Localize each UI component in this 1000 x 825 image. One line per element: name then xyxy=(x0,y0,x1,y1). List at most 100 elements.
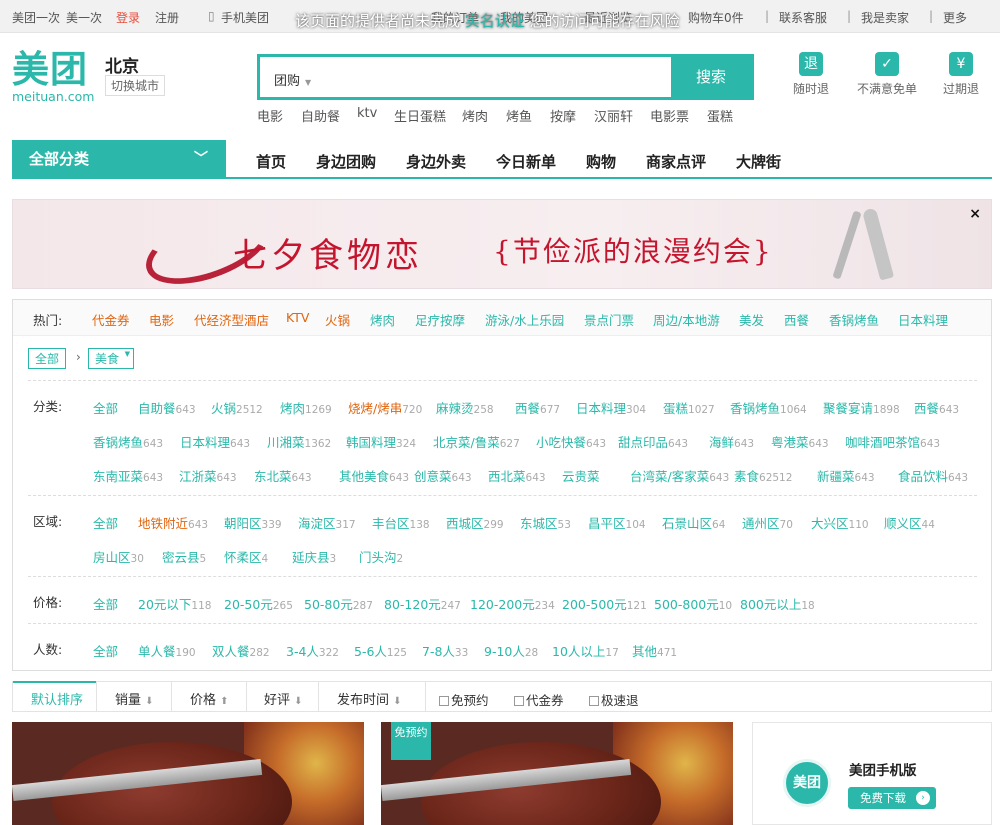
promise-expire-refund[interactable]: ¥ 过期退 xyxy=(943,52,979,97)
category-option[interactable]: 小吃快餐643 xyxy=(536,432,606,451)
category-option[interactable]: 海鲜643 xyxy=(709,432,754,451)
price-option[interactable]: 20-50元265 xyxy=(224,594,293,613)
area-option[interactable]: 全部 xyxy=(93,513,118,532)
hotword-link[interactable]: 电影票 xyxy=(650,106,689,125)
price-option[interactable]: 全部 xyxy=(93,594,118,613)
deal-card[interactable] xyxy=(12,722,364,825)
topbar-link[interactable]: 美团一次 xyxy=(12,9,60,26)
nav-item-home[interactable]: 首页 xyxy=(256,151,286,172)
sort-publish-time[interactable]: 发布时间 ⬇ xyxy=(337,689,402,708)
people-option[interactable]: 单人餐190 xyxy=(138,641,196,660)
sort-default[interactable]: 默认排序 xyxy=(31,689,83,708)
category-option[interactable]: 烤肉1269 xyxy=(280,398,332,417)
area-option[interactable]: 东城区53 xyxy=(520,513,571,532)
hot-item[interactable]: 火锅 xyxy=(325,310,350,329)
nav-item-brands[interactable]: 大牌街 xyxy=(736,151,781,172)
category-option[interactable]: 云贵菜 xyxy=(562,466,600,485)
area-option[interactable]: 朝阳区339 xyxy=(224,513,282,532)
search-button[interactable]: 搜索 xyxy=(671,57,751,97)
area-option[interactable]: 门头沟2 xyxy=(359,547,403,566)
customer-service-link[interactable]: 联系客服 xyxy=(779,9,827,26)
hot-item[interactable]: 景点门票 xyxy=(584,310,634,329)
category-option[interactable]: 东南亚菜643 xyxy=(93,466,163,485)
hot-item[interactable]: KTV xyxy=(286,310,309,325)
price-option[interactable]: 500-800元10 xyxy=(654,594,732,613)
sort-price[interactable]: 价格 ⬆ xyxy=(190,689,229,708)
category-option[interactable]: 东北菜643 xyxy=(254,466,312,485)
price-option[interactable]: 120-200元234 xyxy=(470,594,555,613)
register-link[interactable]: 注册 xyxy=(155,9,179,26)
seller-link[interactable]: 我是卖家 xyxy=(861,9,909,26)
deal-card[interactable]: 免预约 xyxy=(381,722,733,825)
hot-item[interactable]: 香锅烤鱼 xyxy=(829,310,879,329)
people-option[interactable]: 5-6人125 xyxy=(354,641,407,660)
people-option[interactable]: 7-8人33 xyxy=(422,641,468,660)
search-category-select[interactable]: 团购 ▼ xyxy=(274,70,311,89)
area-option[interactable]: 石景山区64 xyxy=(662,513,725,532)
hot-item[interactable]: 西餐 xyxy=(784,310,809,329)
topbar-link[interactable]: 美一次 xyxy=(66,9,102,26)
category-option[interactable]: 新疆菜643 xyxy=(817,466,875,485)
category-option[interactable]: 全部 xyxy=(93,398,118,417)
category-option[interactable]: 西餐643 xyxy=(914,398,959,417)
sort-sales[interactable]: 销量 ⬇ xyxy=(115,689,154,708)
cart-link[interactable]: 购物车0件 xyxy=(688,9,744,26)
area-option[interactable]: 丰台区138 xyxy=(372,513,430,532)
price-option[interactable]: 200-500元121 xyxy=(562,594,647,613)
category-option[interactable]: 火锅2512 xyxy=(211,398,263,417)
hotword-link[interactable]: 按摩 xyxy=(550,106,576,125)
category-option[interactable]: 聚餐宴请1898 xyxy=(823,398,900,417)
area-option[interactable]: 西城区299 xyxy=(446,513,504,532)
promise-refund-anytime[interactable]: 退随时退 xyxy=(793,52,829,97)
category-option[interactable]: 素食62512 xyxy=(734,466,792,485)
all-categories-menu[interactable]: 全部分类 ﹀ xyxy=(12,140,226,179)
category-option[interactable]: 西北菜643 xyxy=(488,466,546,485)
price-option[interactable]: 20元以下118 xyxy=(138,594,211,613)
area-option[interactable]: 延庆县3 xyxy=(292,547,336,566)
category-option[interactable]: 江浙菜643 xyxy=(179,466,237,485)
area-option[interactable]: 顺义区44 xyxy=(884,513,935,532)
hotword-link[interactable]: ktv xyxy=(357,106,377,121)
filter-no-reservation[interactable]: 免预约 xyxy=(439,690,489,709)
area-option[interactable]: 怀柔区4 xyxy=(224,547,268,566)
category-option[interactable]: 北京菜/鲁菜627 xyxy=(433,432,520,451)
nav-item-nearby-deals[interactable]: 身边团购 xyxy=(316,151,376,172)
category-option[interactable]: 日本料理304 xyxy=(576,398,646,417)
hot-item[interactable]: 日本料理 xyxy=(898,310,948,329)
hotword-link[interactable]: 烤肉 xyxy=(462,106,488,125)
category-option[interactable]: 蛋糕1027 xyxy=(663,398,715,417)
search-input[interactable] xyxy=(323,57,673,97)
people-option[interactable]: 9-10人28 xyxy=(484,641,538,660)
category-option[interactable]: 自助餐643 xyxy=(138,398,196,417)
people-option[interactable]: 全部 xyxy=(93,641,118,660)
people-option[interactable]: 双人餐282 xyxy=(212,641,270,660)
area-option[interactable]: 通州区70 xyxy=(742,513,793,532)
hot-item[interactable]: 美发 xyxy=(739,310,764,329)
category-option[interactable]: 香锅烤鱼643 xyxy=(93,432,163,451)
price-option[interactable]: 50-80元287 xyxy=(304,594,373,613)
sort-rating[interactable]: 好评 ⬇ xyxy=(264,689,303,708)
category-option[interactable]: 川湘菜1362 xyxy=(267,432,331,451)
area-option[interactable]: 密云县5 xyxy=(162,547,206,566)
category-option[interactable]: 食品饮料643 xyxy=(898,466,968,485)
area-option[interactable]: 房山区30 xyxy=(93,547,144,566)
hot-item[interactable]: 代金券 xyxy=(92,310,130,329)
filter-fast-refund[interactable]: 极速退 xyxy=(589,690,639,709)
meituan-logo[interactable]: 美团 meituan.com xyxy=(12,50,98,104)
hotword-link[interactable]: 汉丽轩 xyxy=(594,106,633,125)
nav-item-reviews[interactable]: 商家点评 xyxy=(646,151,706,172)
hotword-link[interactable]: 烤鱼 xyxy=(506,106,532,125)
more-link[interactable]: 更多 xyxy=(943,9,967,26)
category-option[interactable]: 咖啡酒吧茶馆643 xyxy=(845,432,940,451)
breadcrumb-food[interactable]: 美食 ▼ xyxy=(88,348,135,369)
close-icon[interactable]: × xyxy=(969,206,981,222)
category-option[interactable]: 韩国料理324 xyxy=(346,432,416,451)
category-option[interactable]: 麻辣烫258 xyxy=(436,398,494,417)
hotword-link[interactable]: 自助餐 xyxy=(301,106,340,125)
area-option[interactable]: 昌平区104 xyxy=(588,513,646,532)
hotword-link[interactable]: 电影 xyxy=(257,106,283,125)
category-option[interactable]: 日本料理643 xyxy=(180,432,250,451)
free-download-button[interactable]: 免费下载 › xyxy=(848,787,936,809)
nav-item-nearby-takeout[interactable]: 身边外卖 xyxy=(406,151,466,172)
category-option[interactable]: 台湾菜/客家菜643 xyxy=(630,466,729,485)
